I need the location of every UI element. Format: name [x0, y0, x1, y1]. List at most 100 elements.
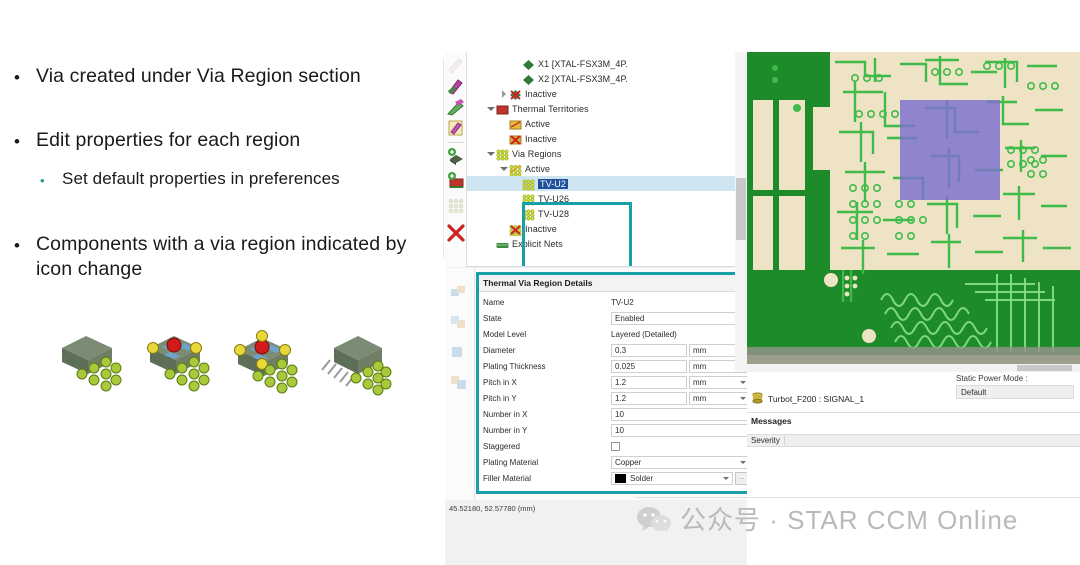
property-input-number-in-y[interactable]: 10	[611, 424, 750, 437]
properties-panel-title: Thermal Via Region Details	[483, 278, 592, 288]
severity-column-header: Severity	[747, 436, 785, 445]
property-input-diameter[interactable]: 0.3	[611, 344, 687, 357]
messages-divider	[747, 412, 1080, 413]
tree-item-label: Thermal Territories	[512, 104, 589, 114]
property-value-name: TV-U2	[611, 298, 634, 307]
via-region-item-icon	[522, 208, 535, 220]
property-input-pitch-in-x[interactable]: 1.2	[611, 376, 687, 389]
tree-item-via-regions[interactable]: Via Regions	[467, 146, 750, 161]
property-input-plating-thickness[interactable]: 0.025	[611, 360, 687, 373]
tree-item-inactive[interactable]: Inactive	[467, 131, 750, 146]
pcb-vscroll-thumb[interactable]	[736, 178, 746, 240]
via-region-highlight[interactable]	[900, 100, 1000, 200]
edit-trace-icon[interactable]	[447, 77, 465, 95]
tree-item-active[interactable]: Active	[467, 116, 750, 131]
property-input-pitch-in-y[interactable]: 1.2	[611, 392, 687, 405]
tree-item-label: Inactive	[525, 89, 557, 99]
pcb-vertical-scrollbar[interactable]	[735, 52, 747, 372]
chevron-down-icon[interactable]	[740, 397, 746, 400]
property-unit-pitch-in-x[interactable]: mm	[689, 376, 750, 389]
property-row-state: StateEnabled	[479, 310, 756, 326]
bullet-marker-sub: •	[40, 168, 62, 187]
tree-expander-placeholder	[512, 179, 521, 188]
tree-item-label: Via Regions	[512, 149, 561, 159]
tree-item-explicit-nets[interactable]: Explicit Nets	[467, 236, 750, 251]
slide-text-content: • Via created under Via Region section •…	[0, 0, 445, 565]
properties-panel-header: Thermal Via Region Details	[479, 275, 756, 292]
add-territory-icon[interactable]	[447, 172, 465, 190]
chevron-down-icon[interactable]	[486, 104, 495, 113]
bullet-text: Edit properties for each region	[36, 128, 300, 153]
tree-item-inactive[interactable]: Inactive	[467, 221, 750, 236]
tree-item-label: Inactive	[525, 134, 557, 144]
edit-note-icon[interactable]	[447, 119, 465, 137]
tree-item-active[interactable]: Active	[467, 161, 750, 176]
properties-icon-column	[445, 268, 475, 500]
tree-item-x2-xtal-fsx3m-4p[interactable]: X2 [XTAL-FSX3M_4P.	[467, 71, 750, 86]
property-unit-pitch-in-y[interactable]: mm	[689, 392, 750, 405]
property-row-plating-material: Plating MaterialCopper	[479, 454, 756, 470]
chevron-down-icon[interactable]	[486, 149, 495, 158]
property-label-number-in-x: Number in X	[479, 410, 611, 419]
property-dropdown-filler-material[interactable]: Solder	[611, 472, 733, 485]
tree-item-inactive[interactable]: Inactive	[467, 86, 750, 101]
chevron-down-icon[interactable]	[723, 477, 729, 480]
tree-expander-placeholder	[512, 194, 521, 203]
tree-expander-placeholder	[512, 59, 521, 68]
delete-icon[interactable]	[447, 224, 465, 242]
tree-item-tv-u26[interactable]: TV-U26	[467, 191, 750, 206]
property-label-name: Name	[479, 298, 611, 307]
pcb-horizontal-scrollbar[interactable]	[735, 364, 1080, 372]
tree-item-tv-u2[interactable]: TV-U2	[467, 176, 750, 191]
bullet-item-2: • Edit properties for each region	[14, 128, 439, 153]
shapes-overlap-icon-3	[451, 346, 467, 360]
pcb-layout-view[interactable]	[735, 52, 1080, 372]
property-unit-label-plating-thickness: mm	[693, 362, 706, 371]
tree-expander-placeholder	[486, 239, 495, 248]
property-row-number-in-x: Number in X10	[479, 406, 756, 422]
property-dropdown-plating-material[interactable]: Copper	[611, 456, 750, 469]
property-checkbox-staggered[interactable]	[611, 442, 620, 451]
chevron-down-icon[interactable]	[499, 164, 508, 173]
chevron-down-icon[interactable]	[740, 381, 746, 384]
property-row-diameter: Diameter0.3mm	[479, 342, 756, 358]
component-plain-bga-icon	[52, 326, 128, 402]
edit-trace-faded-icon[interactable]	[447, 56, 465, 74]
component-via-region-a-icon	[140, 326, 216, 402]
static-power-mode-value[interactable]: Default	[956, 385, 1074, 399]
property-input-number-in-x[interactable]: 10	[611, 408, 750, 421]
wechat-icon	[636, 506, 672, 532]
tree-item-tv-u28[interactable]: TV-U28	[467, 206, 750, 221]
property-label-number-in-y: Number in Y	[479, 426, 611, 435]
signal-row[interactable]: Turbot_F200 : SIGNAL_1	[751, 392, 864, 405]
tree-item-label: TV-U28	[538, 209, 569, 219]
property-dropdown-state[interactable]: Enabled	[611, 312, 750, 325]
tree-item-thermal-territories[interactable]: Thermal Territories	[467, 101, 750, 116]
property-label-pitch-in-x: Pitch in X	[479, 378, 611, 387]
watermark-text: 公众号 · STAR CCM Online	[680, 500, 1018, 537]
thermal-territory-icon	[496, 103, 509, 115]
property-value-plating-material: Copper	[615, 458, 641, 467]
add-component-icon[interactable]	[447, 148, 465, 166]
pcb-scroll-thumb[interactable]	[1017, 365, 1072, 371]
cursor-coordinates: 45.52180, 52.57780 (mm)	[449, 504, 535, 513]
territory-inactive-icon	[509, 133, 522, 145]
chevron-down-icon[interactable]	[740, 461, 746, 464]
edit-plane-icon[interactable]	[447, 98, 465, 116]
bullet-marker: •	[14, 128, 36, 150]
property-label-pitch-in-y: Pitch in Y	[479, 394, 611, 403]
properties-area: Thermal Via Region Details NameTV-U2 Stat…	[445, 268, 763, 500]
tree-item-x1-xtal-fsx3m-4p[interactable]: X1 [XTAL-FSX3M_4P.	[467, 56, 750, 71]
chevron-right-icon[interactable]	[499, 89, 508, 98]
property-label-staggered: Staggered	[479, 442, 611, 451]
bullet-marker: •	[14, 232, 36, 254]
add-via-region-icon[interactable]	[447, 196, 465, 214]
tree-item-label: Active	[525, 119, 550, 129]
bullet-marker: •	[14, 64, 36, 86]
component-diamond-icon	[522, 73, 535, 85]
tree-item-label: TV-U2	[538, 179, 568, 189]
tree-item-label: Explicit Nets	[512, 239, 563, 249]
model-tree-panel[interactable]: X1 [XTAL-FSX3M_4P.X2 [XTAL-FSX3M_4P. Ina…	[467, 52, 750, 267]
tree-expander-placeholder	[512, 209, 521, 218]
tree-item-label: TV-U26	[538, 194, 569, 204]
